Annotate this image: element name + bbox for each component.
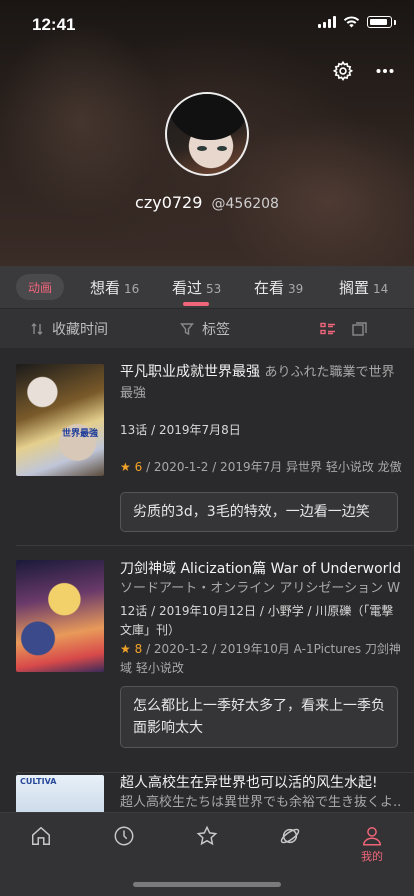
list-view-button[interactable] — [320, 321, 336, 340]
item-detail: / 2020-1-2 / 2019年10月 A-1Pictures 刀剑神域 轻… — [120, 642, 401, 675]
avatar[interactable] — [165, 92, 249, 176]
cover-image[interactable]: CULTIVA — [16, 775, 104, 812]
battery-icon — [367, 16, 392, 28]
profile-header: 12:41 czy0729 @456208 — [0, 0, 414, 266]
nav-mine[interactable]: 我的 — [352, 825, 392, 864]
filter-bar: 收藏时间 标签 — [0, 308, 414, 348]
item-comment: 劣质的3d，3毛的特效，一边看一边笑 — [120, 492, 398, 532]
sort-icon — [31, 323, 43, 335]
item-title-jp: 超人高校生たちは異世界でも余裕で生き抜くよ... — [120, 795, 400, 810]
item-score: 6 — [134, 460, 143, 474]
nav-discover[interactable] — [270, 825, 310, 847]
tab-collect[interactable]: 看过 53 — [172, 277, 221, 298]
item-comment: 怎么都比上一季好太多了，看来上一季负面影响太大 — [120, 686, 398, 748]
grid-view-button[interactable] — [352, 321, 367, 340]
more-button[interactable] — [372, 58, 398, 84]
tab-doing[interactable]: 在看 39 — [254, 277, 303, 298]
star-icon — [196, 825, 218, 846]
header-actions — [330, 58, 398, 84]
home-indicator — [133, 882, 281, 887]
item-rating-row: ★ 6 / 2020-1-2 / 2019年7月 异世界 轻小说改 龙傲天 — [120, 458, 402, 477]
item-title[interactable]: 刀剑神域 Alicization篇 War of Underworld — [120, 559, 401, 579]
signal-icon — [318, 16, 336, 28]
nav-mine-label: 我的 — [361, 850, 383, 863]
grid-view-icon — [352, 322, 367, 336]
nav-home[interactable] — [21, 825, 61, 847]
nav-timeline[interactable] — [104, 825, 144, 847]
wifi-icon — [343, 16, 360, 28]
user-id: @456208 — [211, 196, 279, 212]
item-info: 13话 / 2019年7月8日 — [120, 423, 241, 437]
home-icon — [32, 826, 50, 845]
sort-button[interactable]: 收藏时间 — [30, 319, 108, 339]
item-rating-row: ★ 8 / 2020-1-2 / 2019年10月 A-1Pictures 刀剑… — [120, 640, 402, 678]
list-view-icon — [320, 322, 335, 335]
item-title-jp: ソードアート・オンライン アリシゼーション W... — [120, 581, 400, 596]
tag-filter-button[interactable]: 标签 — [180, 319, 230, 339]
user-icon — [363, 827, 381, 846]
status-time: 12:41 — [32, 15, 76, 34]
collection-tabs: 动画 想看 16 看过 53 在看 39 搁置 14 — [0, 266, 414, 308]
item-title[interactable]: 平凡职业成就世界最强 ありふれた職業で世界最強 — [120, 362, 400, 404]
item-title[interactable]: 超人高校生在异世界也可以活的风生水起! — [120, 773, 400, 793]
star-icon: ★ — [120, 460, 131, 474]
cover-image[interactable]: 世界最強 — [16, 364, 104, 476]
more-icon — [376, 69, 394, 73]
item-detail: / 2020-1-2 / 2019年7月 异世界 轻小说改 龙傲天 — [146, 460, 402, 474]
item-info: 12话 / 2019年10月12日 / 小野学 / 川原礫（「電撃文庫」刊） — [120, 604, 394, 637]
active-tab-indicator — [183, 302, 209, 306]
nav-rank[interactable] — [187, 825, 227, 847]
tab-wish[interactable]: 想看 16 — [90, 277, 139, 298]
filter-icon — [180, 323, 194, 336]
type-selector[interactable]: 动画 — [16, 274, 65, 300]
planet-icon — [280, 828, 300, 844]
collection-list: 世界最強 平凡职业成就世界最强 ありふれた職業で世界最強 13话 / 2019年… — [0, 348, 414, 812]
tab-on-hold[interactable]: 搁置 14 — [339, 277, 388, 298]
settings-button[interactable] — [330, 58, 356, 84]
username-row: czy0729 @456208 — [0, 193, 414, 212]
item-score: 8 — [134, 642, 143, 656]
status-bar: 12:41 — [0, 0, 414, 48]
status-icons — [318, 16, 396, 28]
star-icon: ★ — [120, 642, 131, 656]
username: czy0729 — [135, 193, 203, 212]
cover-image[interactable] — [16, 560, 104, 672]
divider — [16, 545, 414, 546]
gear-icon — [332, 60, 354, 82]
clock-icon — [114, 826, 134, 846]
